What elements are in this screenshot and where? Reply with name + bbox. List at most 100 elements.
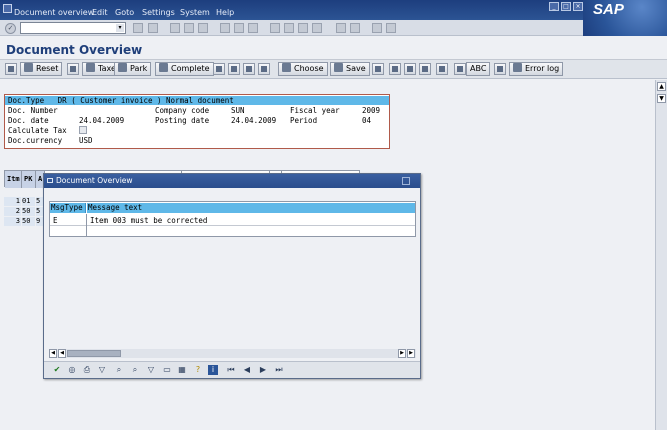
layout-menu-icon[interactable]: [386, 23, 396, 33]
abc-button[interactable]: ABC: [466, 62, 491, 76]
reset-button[interactable]: Reset: [20, 62, 63, 76]
info-icon[interactable]: i: [208, 365, 218, 375]
close-icon[interactable]: ×: [573, 2, 583, 11]
col-pk[interactable]: PK: [22, 171, 36, 188]
document-icon[interactable]: ▭: [162, 365, 172, 375]
confirm-check-icon[interactable]: ✔: [52, 365, 62, 375]
page-icon[interactable]: [454, 63, 466, 75]
sort-filter-icon[interactable]: ▽: [146, 365, 156, 375]
back-icon[interactable]: [170, 23, 180, 33]
menu-help[interactable]: Help: [216, 8, 234, 17]
error-log-button[interactable]: Error log: [509, 62, 564, 76]
table-row[interactable]: 2 50 5: [4, 207, 44, 216]
find-icon[interactable]: ⌕: [114, 365, 124, 375]
command-history-icon[interactable]: ▾: [116, 24, 124, 32]
table-icon[interactable]: ▦: [177, 365, 187, 375]
document-header-box: Doc.Type DR ( Customer invoice ) Normal …: [4, 94, 390, 149]
info-icon[interactable]: [494, 63, 506, 75]
doc-currency-value: USD: [79, 136, 93, 145]
save-button[interactable]: Save: [330, 62, 370, 76]
window-menu-icon[interactable]: [3, 4, 12, 13]
calculate-tax-checkbox[interactable]: [79, 126, 87, 134]
header-icon[interactable]: [389, 63, 401, 75]
scroll-thumb[interactable]: [67, 350, 121, 357]
filter-icon[interactable]: ▽: [97, 365, 107, 375]
copy-icon[interactable]: [404, 63, 416, 75]
find-icon[interactable]: [234, 23, 244, 33]
complete-button[interactable]: Complete: [155, 62, 214, 76]
table-row[interactable]: 3 50 9: [4, 217, 44, 226]
scroll-up-icon[interactable]: ▲: [657, 82, 666, 91]
help-icon[interactable]: [372, 23, 382, 33]
dialog-title-bar[interactable]: Document Overview: [44, 174, 420, 188]
find-next-icon[interactable]: ⌕: [130, 365, 140, 375]
simulate-icon[interactable]: [67, 63, 79, 75]
menu-edit[interactable]: Edit: [92, 8, 108, 17]
first-page-icon[interactable]: [270, 23, 280, 33]
vertical-scrollbar[interactable]: ▲ ▼: [655, 80, 667, 430]
enter-icon[interactable]: ✓: [5, 23, 16, 34]
dialog-window-icon: [47, 178, 53, 183]
filter-icon[interactable]: [213, 63, 225, 75]
display-icon[interactable]: [5, 63, 17, 75]
details-icon[interactable]: ◎: [67, 365, 77, 375]
itm-cell: 3: [4, 217, 21, 226]
scroll-left-icon[interactable]: ◀: [58, 349, 66, 358]
period-value: 04: [362, 116, 372, 125]
previous-page-icon[interactable]: ◀: [242, 365, 252, 375]
dialog-horizontal-scrollbar[interactable]: ◀ ◀ ▶ ▶: [49, 349, 416, 358]
minimize-icon[interactable]: _: [549, 2, 559, 11]
back-arrow-icon[interactable]: [133, 23, 143, 33]
scroll-right-icon[interactable]: ▶: [398, 349, 406, 358]
print-icon[interactable]: ⎙: [82, 365, 92, 375]
shortcut-icon[interactable]: [350, 23, 360, 33]
next-page-icon[interactable]: [298, 23, 308, 33]
new-session-icon[interactable]: [336, 23, 346, 33]
scroll-down-icon[interactable]: ▼: [657, 94, 666, 103]
reset-icon: [24, 63, 33, 72]
pk-cell: 01: [22, 197, 35, 206]
first-page-icon[interactable]: ⏮: [226, 365, 236, 375]
dialog-close-icon[interactable]: [402, 177, 410, 185]
previous-page-icon[interactable]: [284, 23, 294, 33]
save-icon[interactable]: [148, 23, 158, 33]
find-next-icon[interactable]: [248, 23, 258, 33]
scroll-last-icon[interactable]: ▶: [407, 349, 415, 358]
last-page-icon[interactable]: ⏭: [274, 365, 284, 375]
choose-label: Choose: [294, 64, 324, 73]
print-list-icon[interactable]: [228, 63, 240, 75]
exit-icon[interactable]: [184, 23, 194, 33]
col-message-text[interactable]: Message text: [87, 203, 415, 213]
menu-document-overview[interactable]: Document overview: [14, 8, 94, 17]
tree-icon[interactable]: [372, 63, 384, 75]
choose-button[interactable]: Choose: [278, 62, 328, 76]
list-icon[interactable]: [436, 63, 448, 75]
table-row[interactable]: 1 01 5: [4, 197, 44, 206]
error-log-label: Error log: [525, 64, 560, 73]
last-page-icon[interactable]: [312, 23, 322, 33]
edit-icon[interactable]: [419, 63, 431, 75]
standard-toolbar: ✓ ▾: [0, 20, 583, 36]
menu-settings[interactable]: Settings: [142, 8, 175, 17]
complete-label: Complete: [171, 64, 210, 73]
maximize-icon[interactable]: □: [561, 2, 571, 11]
col-msgtype[interactable]: MsgType: [50, 203, 86, 213]
filter-set-icon[interactable]: [243, 63, 255, 75]
park-button[interactable]: Park: [114, 62, 152, 76]
complete-icon: [159, 63, 168, 72]
page-title: Document Overview: [6, 43, 143, 57]
scroll-first-icon[interactable]: ◀: [49, 349, 57, 358]
fiscal-year-value: 2009: [362, 106, 381, 115]
find-list-icon[interactable]: [258, 63, 270, 75]
menu-system[interactable]: System: [180, 8, 210, 17]
pk-cell: 50: [22, 207, 35, 216]
print-icon[interactable]: [220, 23, 230, 33]
help-icon[interactable]: ?: [193, 365, 203, 375]
menu-goto[interactable]: Goto: [115, 8, 134, 17]
period-label: Period: [290, 116, 318, 125]
reset-label: Reset: [36, 64, 59, 73]
cancel-icon[interactable]: [198, 23, 208, 33]
next-page-icon[interactable]: ▶: [258, 365, 268, 375]
command-field[interactable]: ▾: [20, 22, 126, 34]
col-itm[interactable]: Itm: [5, 171, 22, 188]
